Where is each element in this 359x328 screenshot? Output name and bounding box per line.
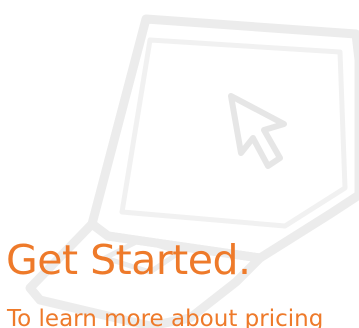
get-started-promo: Get Started. To learn more about pricing bbox=[0, 0, 359, 328]
laptop-screen-inner bbox=[119, 37, 348, 229]
cursor-arrow-icon bbox=[228, 93, 287, 169]
get-started-heading: Get Started. bbox=[6, 236, 251, 284]
pricing-teaser-text: To learn more about pricing bbox=[7, 306, 324, 328]
